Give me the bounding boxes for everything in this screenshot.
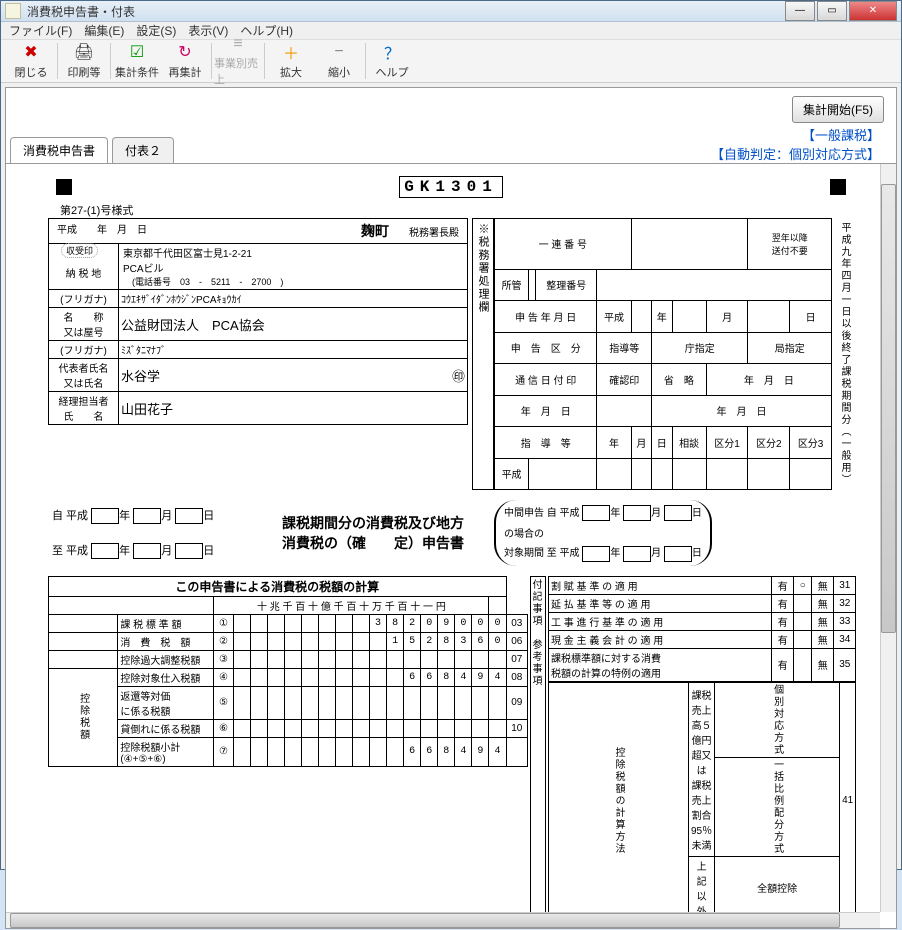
minus-icon: − [329,42,349,62]
plus-icon: ＋ [281,42,301,62]
calc-row: 消 費 税 額②152836006 [49,632,528,650]
calc-row: 貸倒れに係る税額⑥10 [49,719,528,737]
tab-declaration[interactable]: 消費税申告書 [10,137,108,163]
app-icon [5,3,21,19]
toolbar-help[interactable]: ？ヘルプ [368,40,416,82]
close-icon: ✖ [21,42,41,62]
toolbar: ✖閉じる 🖨印刷等 ☑集計条件 ↻再集計 ≡事業別売上 ＋拡大 −縮小 ？ヘルプ [1,40,901,83]
menu-settings[interactable]: 設定(S) [136,22,176,39]
horizontal-scrollbar[interactable] [6,912,880,928]
notes-column-label: 付記事項 参考事項 [530,576,546,920]
menu-edit[interactable]: 編集(E) [84,22,124,39]
help-icon: ？ [382,42,402,62]
application-row: 課税標準額に対する消費 税額の計算の特例の適用有無35 [549,648,856,681]
office-processing-label: ※税務署処理欄 [472,218,494,490]
office-processing: 一 連 番 号翌年以降 送付不要 所管整理番号 申 告 年 月 日平成年月日 申… [494,218,832,490]
toolbar-recalc[interactable]: ↻再集計 [161,40,209,82]
window-title: 消費税申告書・付表 [27,3,785,20]
calc-row: 控除税額控除対象仕入税額④66849408 [49,668,528,686]
tab-appendix2[interactable]: 付表２ [112,137,174,163]
calc-row: 返還等対価 に係る税額⑤09 [49,686,528,719]
application-row: 工 事 進 行 基 準 の 適 用有無33 [549,612,856,630]
tax-form: GK1301 第27-(1)号様式 平成 年 月 日麹町 税務署長殿 収受印納 … [36,172,866,920]
menubar: ファイル(F) 編集(E) 設定(S) 表示(V) ヘルプ(H) [1,22,901,40]
recalc-icon: ↻ [175,42,195,62]
form-code: GK1301 [399,176,503,198]
app-window: 消費税申告書・付表 — ▭ ✕ ファイル(F) 編集(E) 設定(S) 表示(V… [0,0,902,870]
application-table: 割 賦 基 準 の 適 用有○無31延 払 基 準 等 の 適 用有無32工 事… [548,576,856,682]
document-viewport[interactable]: GK1301 第27-(1)号様式 平成 年 月 日麹町 税務署長殿 収受印納 … [6,164,896,928]
crop-mark-right [830,179,846,195]
toolbar-collect[interactable]: ☑集計条件 [113,40,161,82]
toolbar-zoom-in[interactable]: ＋拡大 [267,40,315,82]
calc-row: 課 税 標 準 額①3820900003 [49,614,528,632]
form-side-label: 平成九年四月一日以後終了課税期間分（一般用） [836,218,854,490]
close-button[interactable]: ✕ [849,1,897,21]
start-calculation-button[interactable]: 集計開始(F5) [792,96,884,123]
printer-icon: 🖨 [74,42,94,62]
toolbar-zoom-out[interactable]: −縮小 [315,40,363,82]
menu-help[interactable]: ヘルプ(H) [240,22,293,39]
deduction-method-table: 控除税額の計算方法 課税売上高５億円超又は課税売上割合95％未満 個別対応方式 … [548,682,856,920]
toolbar-print[interactable]: 🖨印刷等 [60,40,108,82]
maximize-button[interactable]: ▭ [817,1,847,21]
calc-row: 控除過大調整税額③07 [49,650,528,668]
menu-file[interactable]: ファイル(F) [9,22,72,39]
form-number: 第27-(1)号様式 [60,205,133,217]
vertical-scrollbar[interactable] [880,164,896,912]
toolbar-close[interactable]: ✖閉じる [7,40,55,82]
calc-row: 控除税額小計 (④+⑤+⑥)⑦668494 [49,737,528,766]
crop-mark-left [56,179,72,195]
application-row: 延 払 基 準 等 の 適 用有無32 [549,594,856,612]
application-row: 現 金 主 義 会 計 の 適 用有無34 [549,630,856,648]
toolbar-biz-sales: ≡事業別売上 [214,40,262,82]
titlebar: 消費税申告書・付表 — ▭ ✕ [1,1,901,22]
taxpayer-info: 平成 年 月 日麹町 税務署長殿 収受印納 税 地 東京都千代田区富士見1-2-… [48,218,468,425]
content-area: 集計開始(F5) 【一般課税】 【自動判定：個別対応方式】 消費税申告書 付表２… [5,87,897,929]
minimize-button[interactable]: — [785,1,815,21]
tax-calculation-table: この申告書による消費税の税額の計算 十 兆 千 百 十 億 千 百 十 万 千 … [48,576,528,767]
menu-view[interactable]: 表示(V) [188,22,228,39]
list-icon: ≡ [228,35,248,53]
application-row: 割 賦 基 準 の 適 用有○無31 [549,576,856,594]
sheet-check-icon: ☑ [127,42,147,62]
tabs: 消費税申告書 付表２ [6,137,896,164]
